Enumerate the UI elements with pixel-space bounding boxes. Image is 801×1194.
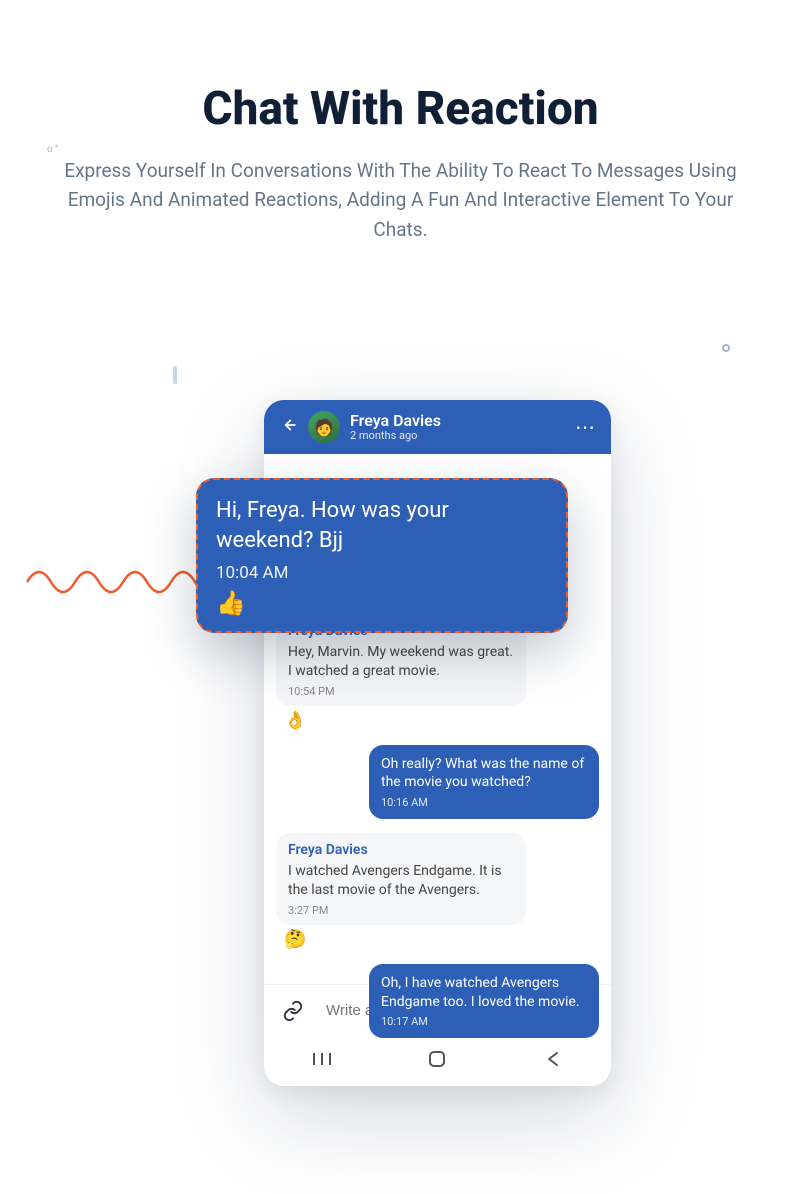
message-time: 10:54 PM: [288, 685, 514, 700]
message-time: 3:27 PM: [288, 904, 514, 919]
nav-home-icon[interactable]: [417, 1050, 457, 1073]
highlighted-message-bubble[interactable]: Hi, Freya. How was your weekend? Bjj 10:…: [196, 478, 568, 633]
ok-hand-reaction[interactable]: 👌: [284, 710, 599, 731]
message-text: Oh really? What was the name of the movi…: [381, 755, 587, 793]
highlight-message-time: 10:04 AM: [216, 563, 548, 583]
contact-name: Freya Davies: [350, 412, 441, 430]
page-subtitle: Express Yourself In Conversations With T…: [45, 156, 756, 244]
android-navbar: [264, 1036, 611, 1086]
message-sent[interactable]: Oh really? What was the name of the movi…: [369, 745, 599, 820]
page-title: Chat With Reaction: [0, 82, 801, 136]
message-text: Oh, I have watched Avengers Endgame too.…: [381, 974, 587, 1012]
message-text: Hey, Marvin. My weekend was great. I wat…: [288, 643, 514, 681]
nav-recents-icon[interactable]: [302, 1051, 342, 1072]
thumbs-up-reaction[interactable]: 👍: [216, 589, 548, 617]
message-received[interactable]: Freya Davies I watched Avengers Endgame.…: [276, 833, 599, 950]
back-arrow-icon[interactable]: [278, 415, 298, 439]
message-time: 10:16 AM: [381, 796, 587, 811]
header-info[interactable]: Freya Davies 2 months ago: [350, 412, 441, 443]
more-options-icon[interactable]: ⋯: [575, 415, 597, 439]
decoration-squiggle: [25, 542, 215, 602]
highlight-message-text: Hi, Freya. How was your weekend? Bjj: [216, 496, 548, 555]
message-sender: Freya Davies: [288, 841, 514, 860]
message-time: 10:17 AM: [381, 1015, 587, 1030]
message-text: I watched Avengers Endgame. It is the la…: [288, 862, 514, 900]
thinking-reaction[interactable]: 🤔: [284, 929, 599, 950]
decoration-dots: o°: [47, 144, 60, 155]
contact-last-seen: 2 months ago: [350, 429, 441, 442]
message-sent[interactable]: Oh, I have watched Avengers Endgame too.…: [369, 964, 599, 1039]
avatar[interactable]: 🧑: [308, 411, 340, 443]
nav-back-icon[interactable]: [533, 1051, 573, 1072]
decoration-circle: [722, 344, 730, 352]
chat-header: 🧑 Freya Davies 2 months ago ⋯: [264, 400, 611, 454]
decoration-bar: [173, 366, 177, 384]
attachment-link-icon[interactable]: [282, 1000, 304, 1022]
